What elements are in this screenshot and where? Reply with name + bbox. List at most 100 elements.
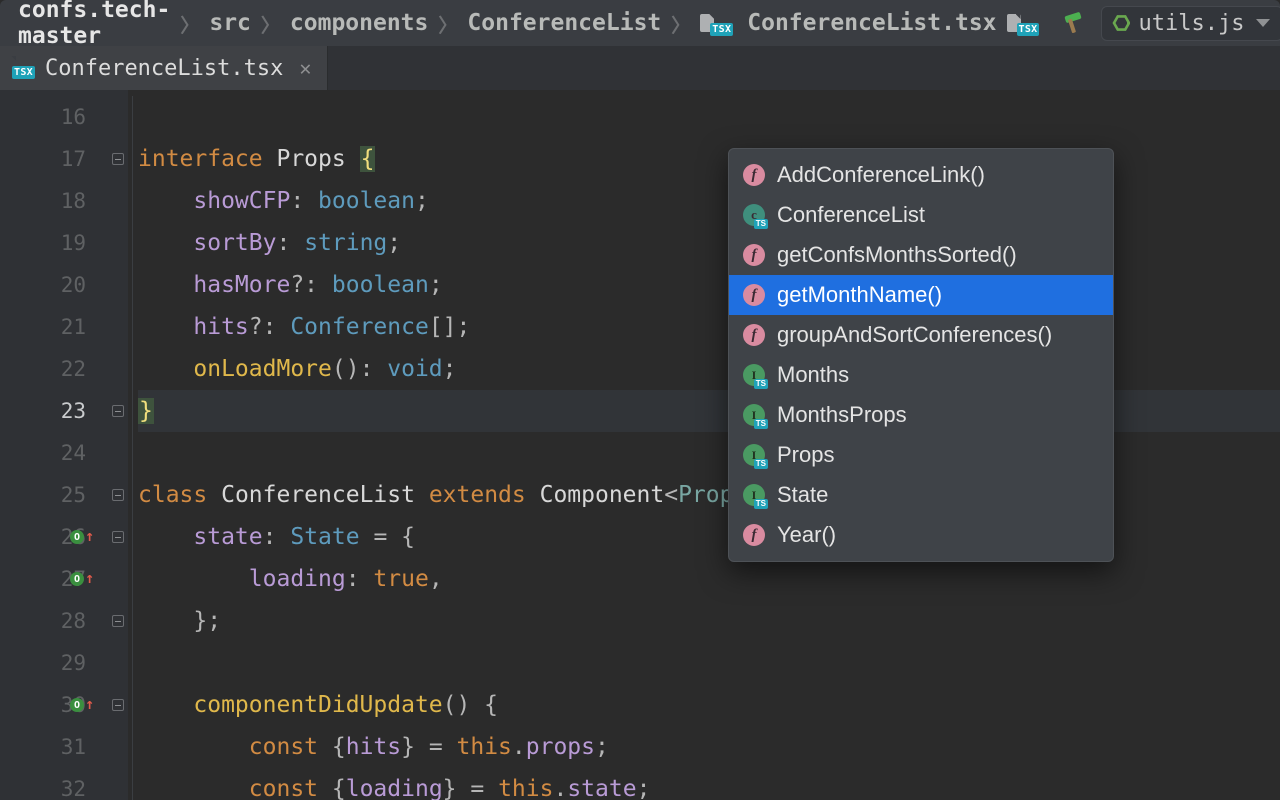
interface-icon: TS [743,484,765,506]
structure-item-label: State [777,482,828,508]
breadcrumb-segment[interactable]: components [290,10,428,36]
structure-item[interactable]: TS Props [729,435,1113,475]
fold-handle[interactable] [108,600,128,642]
line-number: 24 [0,432,108,474]
structure-item-label: getConfsMonthsSorted() [777,242,1017,268]
fold-handle [108,348,128,390]
line-number: 20 [0,264,108,306]
structure-item-label: Months [777,362,849,388]
breadcrumb-segment[interactable]: ConferenceList [467,10,661,36]
fold-handle [108,264,128,306]
breadcrumb-segment[interactable]: src [209,10,251,36]
chevron-right-icon: 〉 [180,11,199,38]
function-icon [743,324,765,346]
structure-item[interactable]: TS Months [729,355,1113,395]
line-number: 16 [0,96,108,138]
fold-handle [108,96,128,138]
fold-handle [108,180,128,222]
interface-icon: TS [743,444,765,466]
indent-guide [132,96,133,800]
line-number: 28 [0,600,108,642]
structure-item[interactable]: getMonthName() [729,275,1113,315]
fold-handle[interactable] [108,516,128,558]
line-number: 26O↑ [0,516,108,558]
structure-item[interactable]: groupAndSortConferences() [729,315,1113,355]
code-line[interactable] [138,96,1280,138]
build-icon[interactable] [1061,12,1083,34]
line-number: 17 [0,138,108,180]
breadcrumb-file[interactable]: ConferenceList.tsx [747,10,996,36]
function-icon [743,244,765,266]
chevron-right-icon: 〉 [438,11,457,38]
override-marker-icon[interactable]: O↑ [70,570,94,588]
fold-handle [108,558,128,600]
file-structure-popup[interactable]: AddConferenceLink() TS ConferenceList getCo… [728,148,1114,562]
line-number: 32 [0,768,108,800]
structure-item-label: AddConferenceLink() [777,162,985,188]
run-config-label: utils.js [1138,11,1244,36]
line-number: 31 [0,726,108,768]
chevron-right-icon: 〉 [261,11,280,38]
code-line[interactable]: componentDidUpdate() { [138,684,1280,726]
function-icon [743,164,765,186]
line-number-gutter: 1617181920212223242526O↑27O↑282930O↑3132 [0,90,108,800]
fold-handle [108,768,128,800]
interface-icon: TS [743,364,765,386]
fold-handle [108,222,128,264]
code-line[interactable]: const {loading} = this.state; [138,768,1280,800]
structure-item[interactable]: TS MonthsProps [729,395,1113,435]
structure-item-label: Year() [777,522,836,548]
tsx-file-icon: TSX [700,14,733,32]
structure-item[interactable]: AddConferenceLink() [729,155,1113,195]
chevron-right-icon: 〉 [671,11,690,38]
structure-item-label: Props [777,442,834,468]
override-marker-icon[interactable]: O↑ [70,696,94,714]
fold-handle [108,432,128,474]
line-number: 22 [0,348,108,390]
code-line[interactable] [138,642,1280,684]
file-structure-nav-icon[interactable]: TSX [1007,14,1044,32]
structure-item-label: ConferenceList [777,202,925,228]
nodejs-icon [1112,14,1130,32]
code-line[interactable]: loading: true, [138,558,1280,600]
function-icon [743,524,765,546]
structure-item[interactable]: getConfsMonthsSorted() [729,235,1113,275]
chevron-down-icon [1256,19,1270,27]
fold-handle[interactable] [108,138,128,180]
line-number: 18 [0,180,108,222]
run-config-selector[interactable]: utils.js [1101,6,1280,41]
line-number: 27O↑ [0,558,108,600]
breadcrumb-bar: confs.tech-master 〉 src 〉 components 〉 C… [0,0,1280,46]
breadcrumb-project[interactable]: confs.tech-master [18,0,170,49]
line-number: 23 [0,390,108,432]
editor-tab-bar: TSX ConferenceList.tsx ✕ [0,46,1280,90]
close-icon[interactable]: ✕ [299,56,311,80]
structure-item-label: getMonthName() [777,282,942,308]
tab-title: ConferenceList.tsx [45,56,283,81]
code-line[interactable]: }; [138,600,1280,642]
interface-icon: TS [743,404,765,426]
fold-gutter [108,90,128,800]
structure-item[interactable]: TS ConferenceList [729,195,1113,235]
editor-tab[interactable]: TSX ConferenceList.tsx ✕ [0,46,328,90]
line-number: 30O↑ [0,684,108,726]
fold-handle[interactable] [108,684,128,726]
line-number: 19 [0,222,108,264]
override-marker-icon[interactable]: O↑ [70,528,94,546]
function-icon [743,284,765,306]
structure-item-label: MonthsProps [777,402,907,428]
structure-item[interactable]: TS State [729,475,1113,515]
code-editor[interactable]: 1617181920212223242526O↑27O↑282930O↑3132… [0,90,1280,800]
fold-handle [108,306,128,348]
fold-handle[interactable] [108,390,128,432]
class-icon: TS [743,204,765,226]
structure-item-label: groupAndSortConferences() [777,322,1052,348]
line-number: 25 [0,474,108,516]
fold-handle [108,726,128,768]
tsx-file-icon: TSX [16,56,35,81]
structure-item[interactable]: Year() [729,515,1113,555]
fold-handle[interactable] [108,474,128,516]
code-line[interactable]: const {hits} = this.props; [138,726,1280,768]
line-number: 21 [0,306,108,348]
line-number: 29 [0,642,108,684]
